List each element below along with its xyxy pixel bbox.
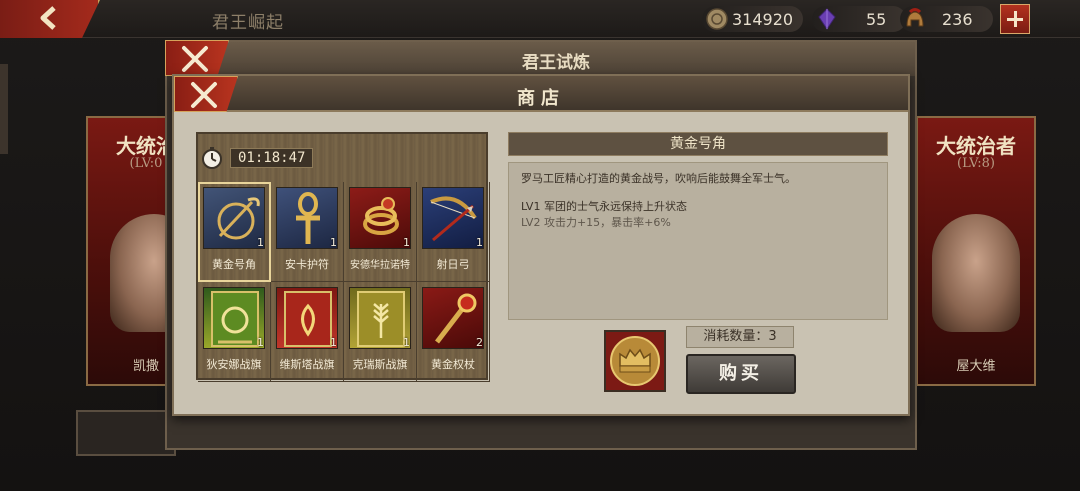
gem-counter: 55 [812, 6, 907, 32]
item-count: 1 [476, 236, 483, 249]
shop-item[interactable]: 1 安德华拉诺特 [344, 182, 417, 282]
item-label: 射日弓 [436, 258, 470, 271]
shop-item[interactable]: 1 克瑞斯战旗 [344, 282, 417, 382]
helmet-icon [906, 8, 924, 27]
hero-portrait [932, 214, 1020, 332]
trial-dialog-title: 君王试炼 [522, 53, 590, 73]
item-panel: 01:18:47 1 黄金号角 1 安卡护符 1 安德华拉诺特 1 射日弓 1 … [196, 132, 490, 382]
coin-counter: 314920 [702, 6, 804, 32]
shop-title: 商店 [517, 88, 565, 109]
item-count: 1 [330, 336, 337, 349]
gem-icon [818, 8, 836, 30]
item-count: 1 [257, 336, 264, 349]
shop-item[interactable]: 1 黄金号角 [198, 182, 271, 282]
item-description-box: 罗马工匠精心打造的黄金战号，吹响后能鼓舞全军士气。 LV1 军团的士气永远保持上… [508, 162, 888, 320]
hero-card-title: 大统治者 [936, 134, 1016, 158]
item-detail-title: 黄金号角 [508, 132, 888, 156]
helmet-value: 236 [942, 9, 973, 29]
shop-item[interactable]: 1 射日弓 [417, 182, 490, 282]
buy-button[interactable]: 购买 [686, 354, 796, 394]
refresh-timer: 01:18:47 [200, 146, 314, 170]
item-effect-lv2: LV2 攻击力+15，暴击率+6% [521, 216, 671, 229]
item-label: 狄安娜战旗 [206, 358, 262, 371]
coin-icon [706, 8, 728, 30]
arrow-left-icon [40, 6, 56, 30]
horn-icon [203, 187, 265, 249]
item-count: 1 [403, 236, 410, 249]
back-button[interactable] [0, 0, 100, 38]
timer-value: 01:18:47 [230, 148, 314, 168]
coin-value: 314920 [732, 9, 794, 29]
ankh-icon [276, 187, 338, 249]
item-count: 2 [476, 336, 483, 349]
item-label: 维斯塔战旗 [279, 358, 335, 371]
vesta-banner-icon [276, 287, 338, 349]
left-edge-tab [0, 64, 8, 154]
item-label: 安卡护符 [285, 258, 329, 271]
item-label: 黄金号角 [212, 258, 256, 271]
shop-item[interactable]: 1 安卡护符 [271, 182, 344, 282]
item-description: 罗马工匠精心打造的黄金战号，吹响后能鼓舞全军士气。 [521, 172, 796, 185]
add-resource-button[interactable] [1000, 4, 1030, 34]
item-label: 黄金权杖 [431, 358, 475, 371]
cost-quantity: 消耗数量：3 [686, 326, 794, 348]
shop-item[interactable]: 1 狄安娜战旗 [198, 282, 271, 382]
crown-token-icon [604, 330, 666, 392]
bottom-left-frame [76, 410, 176, 456]
gem-value: 55 [866, 9, 887, 29]
shop-item[interactable]: 1 维斯塔战旗 [271, 282, 344, 382]
item-grid: 1 黄金号角 1 安卡护符 1 安德华拉诺特 1 射日弓 1 狄安娜战旗 1 维… [198, 182, 490, 382]
item-count: 1 [330, 236, 337, 249]
trial-dialog-header: 君王试炼 [167, 42, 915, 76]
top-bar: 君王崛起 314920 55 236 [0, 0, 1080, 38]
bow-icon [422, 187, 484, 249]
shop-header: 商店 [174, 76, 908, 112]
helmet-counter: 236 [900, 6, 993, 32]
shop-item[interactable]: 2 黄金权杖 [417, 282, 490, 382]
hero-card-level: (LV:8) [957, 156, 995, 171]
hero-card-right[interactable]: 大统治者 (LV:8) 屋大维 [916, 116, 1036, 386]
close-icon [191, 82, 217, 108]
diana-banner-icon [203, 287, 265, 349]
ceres-banner-icon [349, 287, 411, 349]
hero-card-name: 屋大维 [956, 359, 996, 374]
background-title: 君王崛起 [212, 13, 284, 33]
serpent-ring-icon [349, 187, 411, 249]
item-count: 1 [257, 236, 264, 249]
item-count: 1 [403, 336, 410, 349]
item-label: 安德华拉诺特 [350, 260, 410, 271]
scepter-icon [422, 287, 484, 349]
stopwatch-icon [202, 147, 222, 169]
close-icon [182, 46, 208, 72]
shop-dialog: 商店 01:18:47 1 黄金号角 1 安卡护符 1 安德华拉诺特 1 射日弓… [172, 74, 910, 416]
item-effect-lv1: LV1 军团的士气永远保持上升状态 [521, 200, 687, 213]
item-label: 克瑞斯战旗 [352, 358, 408, 371]
